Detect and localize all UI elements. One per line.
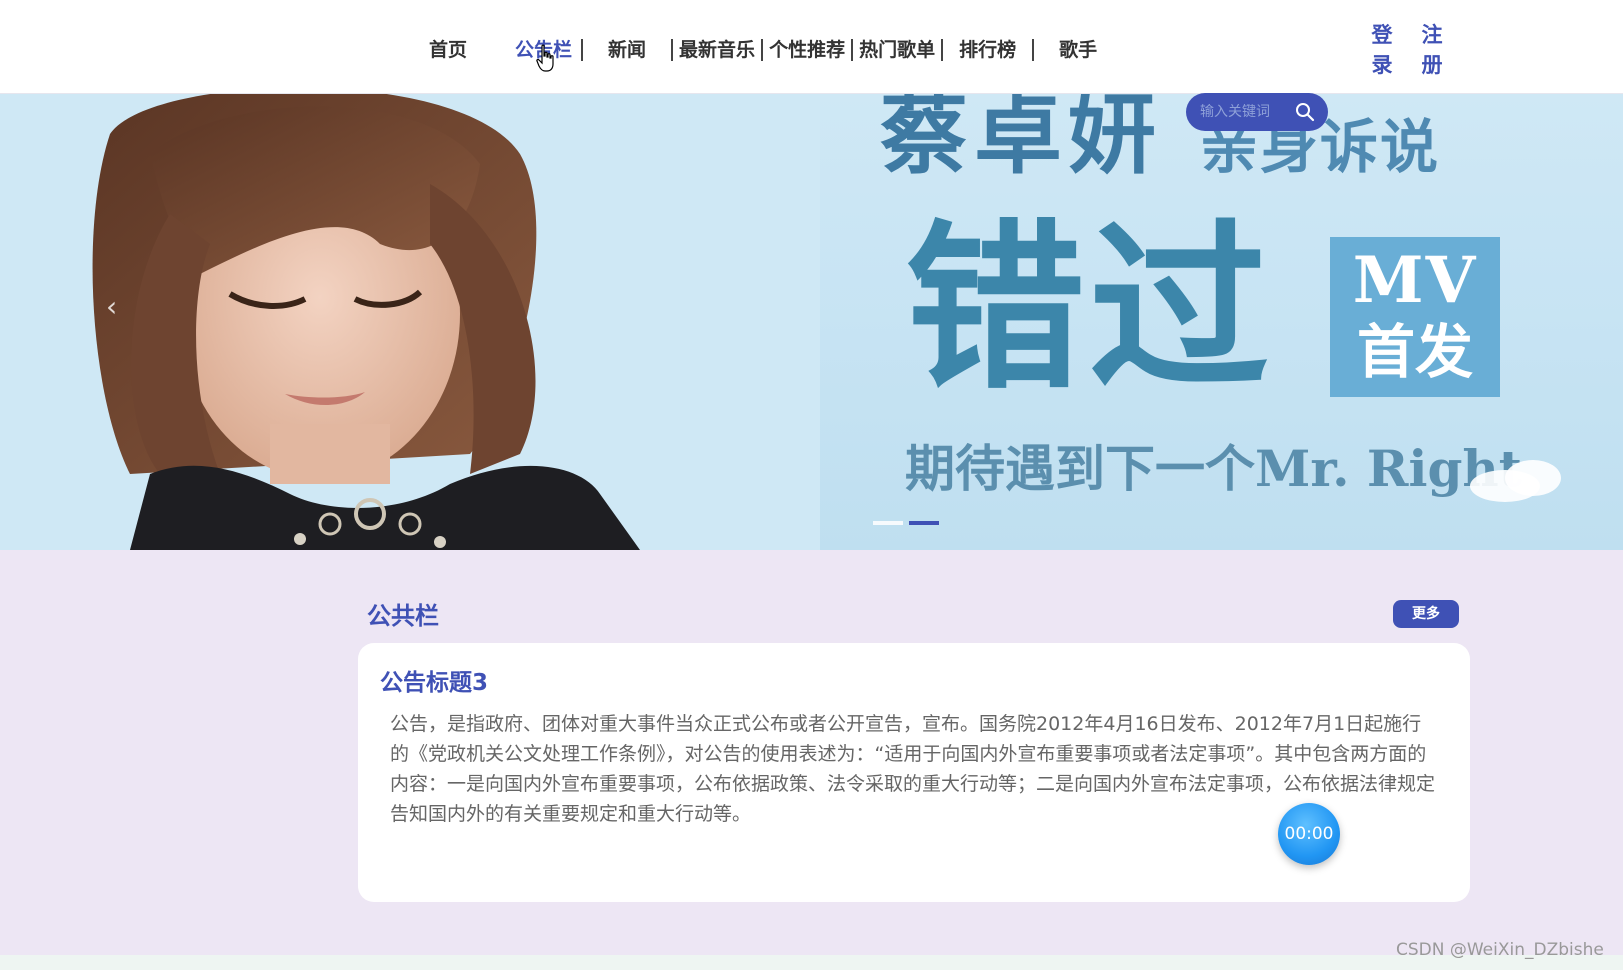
notice-body: 公告，是指政府、团体对重大事件当众正式公布或者公开宣告，宣布。国务院2012年4… [390, 713, 1436, 825]
nav-singers[interactable]: 歌手 [1050, 39, 1106, 61]
notice-title[interactable]: 公告标题3 [380, 663, 488, 697]
footer-strip [0, 955, 1623, 970]
auth-links: 登录 注册 [1370, 20, 1444, 80]
top-navbar: 首页 公告栏 新闻 最新音乐 个性推荐 热门歌单 排行榜 歌手 登录 注册 [0, 0, 1623, 94]
login-button[interactable]: 登录 [1370, 20, 1394, 80]
watermark: CSDN @WeiXin_DZbishe [1396, 940, 1604, 960]
nav-divider [1032, 39, 1035, 61]
main-nav: 首页 公告栏 新闻 最新音乐 个性推荐 热门歌单 排行榜 歌手 [420, 30, 1106, 70]
banner-song-title: 错过 [905, 203, 1274, 414]
mv-badge-line1: MV [1352, 243, 1478, 318]
carousel-prev-arrow[interactable]: ‹ [106, 290, 117, 323]
search-icon[interactable] [1295, 102, 1315, 122]
carousel-indicators [873, 521, 939, 525]
carousel-dot[interactable] [873, 521, 903, 525]
more-button[interactable]: 更多 [1393, 600, 1459, 628]
notice-section: 公共栏 更多 公告标题3 公告，是指政府、团体对重大事件当众正式公布或者公开宣告… [0, 550, 1623, 955]
nav-recommend[interactable]: 个性推荐 [763, 39, 851, 61]
carousel-dot-active[interactable] [909, 521, 939, 525]
section-title: 公共栏 [367, 602, 439, 630]
nav-hot-playlists[interactable]: 热门歌单 [853, 39, 941, 61]
hero-banner-carousel[interactable]: 蔡卓妍 亲身诉说 错过 MV 首发 期待遇到下一个Mr. Right ‹ [0, 94, 1623, 550]
nav-latest-music[interactable]: 最新音乐 [673, 39, 761, 61]
hand-cursor-icon [536, 44, 554, 72]
search-box [1186, 93, 1328, 131]
banner-tagline: 期待遇到下一个Mr. Right [905, 439, 1522, 498]
mv-premiere-badge: MV 首发 [1330, 237, 1500, 397]
banner-artist-name: 蔡卓妍 [880, 94, 1163, 186]
register-button[interactable]: 注册 [1420, 20, 1444, 80]
music-player-button[interactable]: 00:00 [1278, 803, 1340, 865]
singer-photo [0, 94, 820, 550]
nav-divider [581, 39, 584, 61]
cloud-decoration [1470, 460, 1561, 502]
search-input[interactable] [1200, 104, 1288, 120]
mv-badge-line2: 首发 [1356, 318, 1473, 386]
nav-news[interactable]: 新闻 [599, 39, 655, 61]
nav-charts[interactable]: 排行榜 [943, 39, 1032, 61]
nav-home[interactable]: 首页 [420, 39, 476, 61]
